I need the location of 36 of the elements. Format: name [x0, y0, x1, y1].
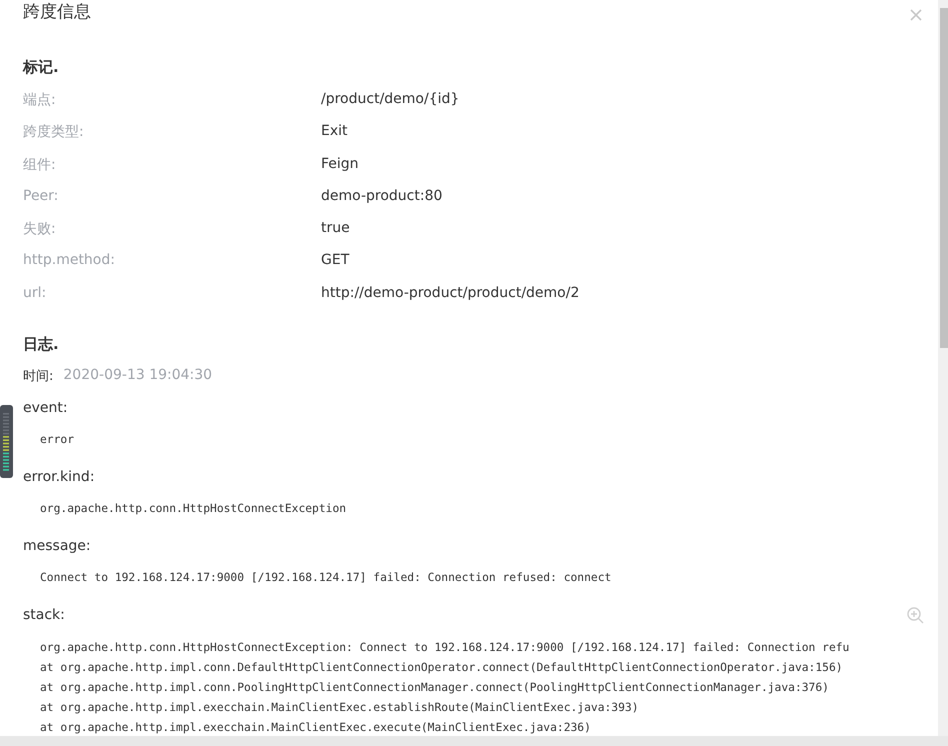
log-value-line: Connect to 192.168.124.17:9000 [/192.168.124.17] failed: Connection refused: connect	[40, 570, 612, 586]
log-time: 2020-09-13 19:04:30	[63, 367, 212, 386]
tag-label: 端点:	[23, 91, 57, 109]
tag-label: 组件:	[23, 156, 57, 174]
tag-label: 跨度类型:	[23, 123, 85, 142]
tag-value: Exit	[321, 123, 348, 140]
time-label: 时间:	[23, 368, 54, 386]
vertical-scrollbar[interactable]	[938, 0, 948, 736]
close-icon[interactable]	[910, 9, 922, 21]
log-value-line: at org.apache.http.impl.execchain.MainClientExec.establishRoute(MainClientExec.java:393)	[40, 700, 639, 716]
tag-value: GET	[321, 252, 350, 268]
tag-label: Peer:	[23, 188, 60, 204]
tag-value: /product/demo/{id}	[321, 91, 460, 107]
tag-value: true	[321, 220, 350, 236]
tag-label: http.method:	[23, 252, 116, 268]
log-value-line: org.apache.http.conn.HttpHostConnectException	[40, 501, 346, 518]
tag-value: demo-product:80	[321, 188, 442, 204]
level-meter-icon[interactable]	[0, 405, 13, 478]
log-value-line: at org.apache.http.impl.conn.PoolingHttpClientConnectionManager.connect(PoolingHttpClientConnectionManager.java:376)	[40, 680, 829, 696]
log-value-line: at org.apache.http.impl.conn.DefaultHttpClientConnectionOperator.connect(DefaultHttpClientConnectionOperator.java:156)	[40, 660, 843, 676]
tag-label: url:	[23, 284, 48, 301]
log-key: message:	[23, 538, 91, 554]
log-value-line: org.apache.http.conn.HttpHostConnectException: Connect to 192.168.124.17:9000 [/192.168.124.17] failed: Connection refu	[40, 640, 850, 656]
dialog-title: 跨度信息	[23, 1, 91, 23]
log-key: event:	[23, 400, 68, 416]
tag-label: 失败:	[23, 220, 57, 238]
section-heading: 日志.	[23, 335, 60, 354]
section-heading: 标记.	[23, 58, 60, 77]
log-key: error.kind:	[23, 469, 95, 486]
zoom-in-icon[interactable]	[907, 607, 924, 624]
tag-value: http://demo-product/product/demo/2	[321, 284, 580, 301]
log-value-line: error	[40, 432, 74, 448]
log-value-line: at org.apache.http.impl.execchain.MainClientExec.execute(MainClientExec.java:236)	[40, 720, 591, 736]
log-key: stack:	[23, 607, 65, 624]
tag-value: Feign	[321, 156, 359, 172]
scrollbar-thumb[interactable]	[940, 8, 948, 348]
